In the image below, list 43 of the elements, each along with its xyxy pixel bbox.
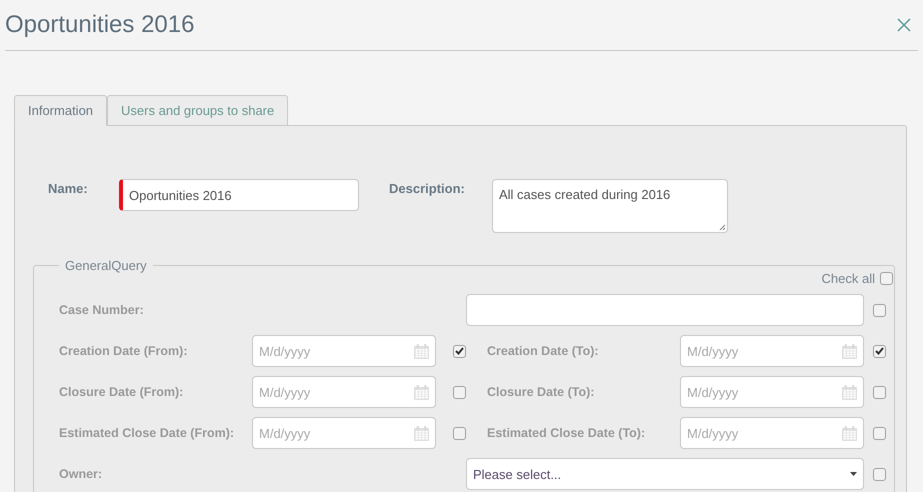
description-field[interactable]: All cases created during 2016 <box>492 179 728 233</box>
calendar-icon[interactable] <box>414 384 429 400</box>
name-label: Name: <box>48 181 89 196</box>
field-label: Owner: <box>59 467 104 481</box>
field-label: Estimated Close Date (From): <box>59 426 236 440</box>
checkbox[interactable] <box>880 272 893 285</box>
calendar-icon[interactable] <box>842 344 857 358</box>
calendar-icon[interactable] <box>414 426 429 440</box>
checkbox[interactable] <box>872 304 886 316</box>
resize-grip-icon[interactable] <box>718 223 726 231</box>
caret-icon <box>850 472 857 476</box>
checkbox[interactable] <box>453 386 466 398</box>
text-field[interactable] <box>466 294 864 326</box>
calendar-icon[interactable] <box>842 384 857 400</box>
checkbox[interactable] <box>872 468 886 480</box>
field-label: Creation Date (From): <box>59 344 188 358</box>
calendar-icon[interactable] <box>842 426 857 440</box>
checkbox[interactable] <box>453 426 466 440</box>
date-field[interactable]: M/d/yyyy <box>680 335 864 367</box>
checkbox[interactable] <box>872 386 886 398</box>
checkbox[interactable] <box>453 344 466 358</box>
window-title: Oportunities 2016 <box>5 11 194 39</box>
close-icon[interactable] <box>896 17 912 33</box>
calendar-icon[interactable] <box>414 344 429 358</box>
date-field[interactable]: M/d/yyyy <box>252 335 436 367</box>
date-field[interactable]: M/d/yyyy <box>680 376 864 408</box>
description-label: Description: <box>389 181 466 196</box>
fieldset-legend: GeneralQuery <box>59 258 153 273</box>
name-field[interactable]: Oportunities 2016 <box>119 179 359 211</box>
check-all-label: Check all <box>822 271 875 286</box>
tab[interactable]: Users and groups to share <box>107 95 288 126</box>
tab[interactable]: Information <box>14 95 108 126</box>
date-field[interactable]: M/d/yyyy <box>252 376 436 408</box>
field-label: Closure Date (To): <box>487 385 596 399</box>
select-field[interactable]: Please select... <box>466 458 864 490</box>
date-field[interactable]: M/d/yyyy <box>680 417 864 449</box>
date-field[interactable]: M/d/yyyy <box>252 417 436 449</box>
field-label: Case Number: <box>59 303 145 317</box>
field-label: Closure Date (From): <box>59 385 184 399</box>
checkbox[interactable] <box>872 344 886 358</box>
field-label: Estimated Close Date (To): <box>487 426 646 440</box>
field-label: Creation Date (To): <box>487 344 600 358</box>
checkbox[interactable] <box>872 426 886 440</box>
